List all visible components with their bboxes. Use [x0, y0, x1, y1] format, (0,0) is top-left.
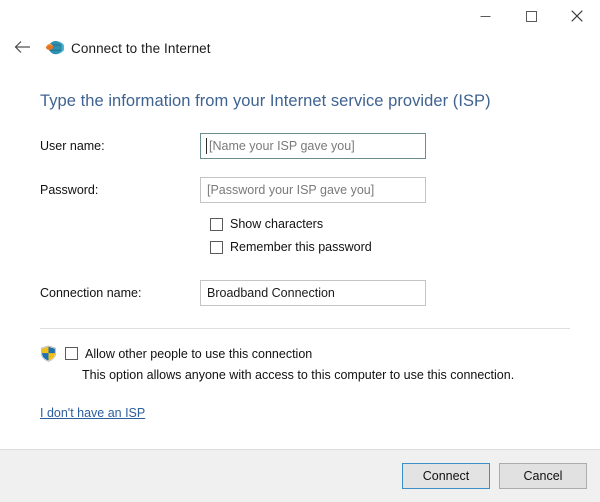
username-placeholder: [Name your ISP gave you] — [209, 139, 355, 153]
nav-title: Connect to the Internet — [71, 40, 211, 56]
username-label: User name: — [40, 139, 105, 153]
connection-name-label: Connection name: — [40, 286, 142, 300]
username-row: User name: [Name your ISP gave you] — [40, 133, 570, 159]
remember-password-label: Remember this password — [230, 240, 372, 254]
password-input[interactable]: [Password your ISP gave you] — [200, 177, 426, 203]
maximize-button[interactable] — [508, 0, 554, 32]
password-row: Password: [Password your ISP gave you] — [40, 177, 570, 203]
show-characters-checkbox[interactable] — [210, 217, 223, 231]
show-characters-label: Show characters — [230, 217, 324, 231]
minimize-icon — [480, 11, 491, 22]
globe-icon — [44, 38, 65, 58]
minimize-button[interactable] — [462, 0, 508, 32]
password-label: Password: — [40, 183, 99, 197]
nav-bar: Connect to the Internet — [0, 32, 600, 64]
divider — [40, 328, 570, 329]
connection-name-value: Broadband Connection — [207, 286, 335, 300]
username-input[interactable]: [Name your ISP gave you] — [200, 133, 426, 159]
show-characters-row[interactable]: Show characters — [210, 217, 570, 231]
connect-button[interactable]: Connect — [402, 463, 490, 489]
cancel-button[interactable]: Cancel — [499, 463, 587, 489]
text-caret — [206, 138, 207, 154]
no-isp-link[interactable]: I don't have an ISP — [40, 406, 145, 420]
allow-others-row[interactable]: Allow other people to use this connectio… — [40, 345, 570, 362]
maximize-icon — [525, 10, 537, 22]
allow-others-checkbox[interactable] — [65, 347, 78, 360]
arrow-left-icon — [14, 40, 31, 57]
back-button[interactable] — [10, 36, 34, 60]
close-icon — [571, 10, 583, 22]
credentials-form: User name: [Name your ISP gave you] Pass… — [40, 133, 570, 306]
connection-name-input[interactable]: Broadband Connection — [200, 280, 426, 306]
title-bar — [0, 0, 600, 32]
connection-name-row: Connection name: Broadband Connection — [40, 280, 570, 306]
remember-password-checkbox[interactable] — [210, 240, 223, 254]
uac-shield-icon — [40, 345, 57, 362]
remember-password-row[interactable]: Remember this password — [210, 240, 570, 254]
password-placeholder: [Password your ISP gave you] — [207, 183, 375, 197]
dialog-footer: Connect Cancel — [0, 449, 600, 502]
close-button[interactable] — [554, 0, 600, 32]
content-area: Type the information from your Internet … — [0, 92, 600, 420]
allow-others-label: Allow other people to use this connectio… — [85, 346, 313, 361]
permission-section: Allow other people to use this connectio… — [40, 345, 570, 382]
page-title: Type the information from your Internet … — [40, 92, 491, 110]
permission-description: This option allows anyone with access to… — [82, 368, 515, 382]
